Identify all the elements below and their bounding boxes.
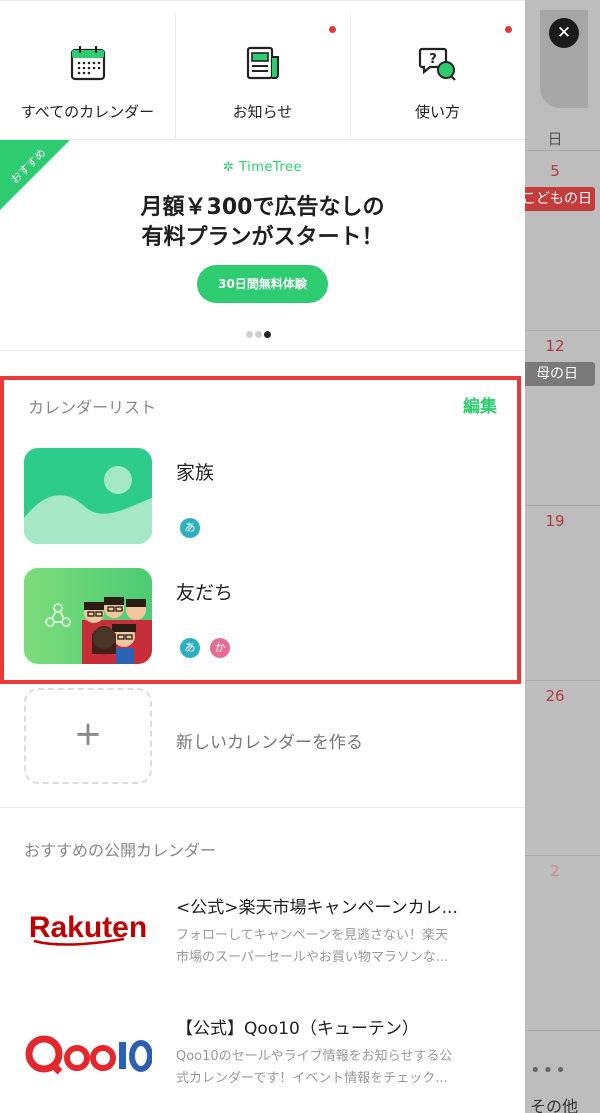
nav-notifications[interactable]: お知らせ bbox=[175, 1, 350, 141]
carousel-dots[interactable] bbox=[246, 323, 273, 342]
day-header-sunday: 日 bbox=[547, 130, 563, 148]
week-divider bbox=[525, 680, 600, 681]
week-divider bbox=[525, 330, 600, 331]
notification-dot bbox=[505, 26, 512, 33]
nav-label: お知らせ bbox=[232, 103, 293, 121]
member-avatar: あ bbox=[180, 638, 200, 658]
nav-label: すべてのカレンダー bbox=[20, 103, 155, 121]
holiday-label: 母の日 bbox=[519, 362, 595, 386]
leaf-icon: ✲ bbox=[223, 160, 235, 175]
other-tab-label[interactable]: その他 bbox=[530, 1093, 578, 1113]
newspaper-icon bbox=[246, 46, 279, 80]
description-line: Qoo10のセールやライブ情報をお知らせする公 bbox=[176, 1049, 453, 1064]
public-calendar-description: Qoo10のセールやライブ情報をお知らせする公 式カレンダーです！イベント情報を… bbox=[176, 1046, 496, 1090]
nav-how-to-use[interactable]: ? 使い方 bbox=[350, 1, 525, 141]
carousel-dot[interactable] bbox=[246, 331, 253, 338]
public-calendar-qoo10[interactable]: 【公式】Qoo10（キューテン） Qoo10のセールやライブ情報をお知らせする公… bbox=[24, 1014, 504, 1113]
calendar-list-section: カレンダーリスト 編集 家族 あ 友だち あ か bbox=[0, 376, 521, 684]
date-cell[interactable]: 5 bbox=[525, 162, 585, 180]
promo-title-line2: 有料プランがスタート！ bbox=[141, 225, 384, 250]
friends-photo bbox=[24, 568, 152, 664]
promo-title: 月額￥300で広告なしの 有料プランがスタート！ bbox=[0, 193, 525, 253]
notification-dot bbox=[329, 26, 336, 33]
member-avatar: か bbox=[210, 638, 230, 658]
drawer-top-nav: すべてのカレンダー お知らせ ? 使い方 bbox=[0, 0, 525, 140]
carousel-dot-active[interactable] bbox=[264, 331, 271, 338]
svg-text:Rakuten: Rakuten bbox=[29, 911, 147, 944]
rakuten-logo-image: Rakuten bbox=[29, 911, 147, 946]
date-cell[interactable]: 12 bbox=[525, 337, 585, 355]
public-calendars-heading: おすすめの公開カレンダー bbox=[24, 841, 217, 860]
side-drawer: すべてのカレンダー お知らせ ? 使い方 おすすめ ✲ TimeTree 月額￥… bbox=[0, 0, 525, 1113]
member-avatar: あ bbox=[180, 518, 200, 538]
section-divider bbox=[0, 350, 525, 351]
calendar-list-heading: カレンダーリスト bbox=[28, 398, 157, 417]
create-calendar-button[interactable]: + 新しいカレンダーを作る bbox=[24, 688, 504, 788]
create-calendar-label: 新しいカレンダーを作る bbox=[176, 733, 363, 753]
calendar-thumbnail bbox=[24, 568, 152, 664]
calendar-name: 友だち bbox=[176, 582, 234, 604]
calendar-thumbnail bbox=[24, 448, 152, 544]
promo-banner[interactable]: おすすめ ✲ TimeTree 月額￥300で広告なしの 有料プランがスタート！… bbox=[0, 140, 525, 350]
carousel-dot[interactable] bbox=[255, 331, 262, 338]
free-trial-button[interactable]: 30日間無料体験 bbox=[197, 265, 328, 303]
description-line: フォローしてキャンペーンを見逃さない！楽天 bbox=[176, 928, 448, 943]
public-calendar-description: フォローしてキャンペーンを見逃さない！楽天 市場のスーパーセールやお買い物マラソ… bbox=[176, 925, 496, 969]
week-divider bbox=[525, 150, 600, 151]
calendar-name: 家族 bbox=[176, 462, 215, 484]
landscape-image-icon bbox=[24, 448, 152, 544]
edit-button[interactable]: 編集 bbox=[463, 392, 497, 417]
calendar-icon bbox=[70, 46, 105, 81]
qoo10-logo bbox=[24, 1014, 153, 1110]
week-divider bbox=[525, 1030, 600, 1031]
close-icon[interactable]: ✕ bbox=[549, 18, 579, 48]
qoo10-logo-image bbox=[25, 1035, 153, 1075]
week-divider bbox=[525, 855, 600, 856]
help-chat-icon: ? bbox=[418, 47, 456, 81]
nav-label: 使い方 bbox=[414, 103, 460, 121]
section-divider bbox=[0, 807, 525, 808]
date-cell[interactable]: 19 bbox=[525, 512, 585, 530]
holiday-label: こどもの日 bbox=[519, 187, 595, 211]
public-calendar-title: 【公式】Qoo10（キューテン） bbox=[176, 1019, 419, 1039]
promo-title-line1: 月額￥300で広告なしの bbox=[140, 195, 385, 220]
rakuten-logo: Rakuten bbox=[24, 893, 152, 989]
svg-text:?: ? bbox=[429, 52, 437, 67]
brand-name: TimeTree bbox=[239, 160, 302, 175]
week-divider bbox=[525, 505, 600, 506]
description-line: 市場のスーパーセールやお買い物マラソンな... bbox=[176, 950, 449, 965]
nav-all-calendars[interactable]: すべてのカレンダー bbox=[0, 1, 175, 141]
public-calendar-title: <公式>楽天市場キャンペーンカレ... bbox=[176, 898, 458, 918]
date-cell[interactable]: 26 bbox=[525, 687, 585, 705]
more-icon[interactable]: ••• bbox=[530, 1060, 568, 1081]
public-calendar-rakuten[interactable]: Rakuten <公式>楽天市場キャンペーンカレ... フォローしてキャンペーン… bbox=[24, 893, 504, 993]
calendar-item-family[interactable]: 家族 あ bbox=[24, 448, 504, 548]
plus-icon: + bbox=[73, 714, 103, 754]
timetree-logo: ✲ TimeTree bbox=[0, 160, 525, 175]
description-line: 式カレンダーです！イベント情報をチェック... bbox=[176, 1071, 448, 1086]
date-cell[interactable]: 2 bbox=[525, 862, 585, 880]
calendar-item-friends[interactable]: 友だち あ か bbox=[24, 568, 504, 668]
